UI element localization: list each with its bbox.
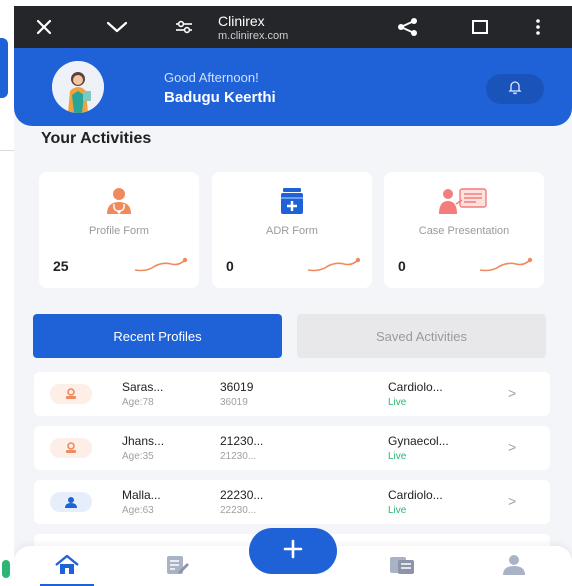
card-label: Case Presentation <box>418 225 510 237</box>
patient-id-sub: 22230... <box>220 505 257 516</box>
patient-name: Saras... <box>122 380 164 394</box>
profile-icon[interactable] <box>500 554 528 581</box>
home-icon[interactable] <box>54 554 80 581</box>
status-badge: Live <box>388 451 407 462</box>
add-button[interactable] <box>249 528 337 574</box>
browser-toolbar: Clinirex m.clinirex.com <box>14 6 572 48</box>
profile-row[interactable]: Malla... Age:63 22230... 22230... Cardiolo… <box>34 480 550 524</box>
doctor-icon <box>39 186 199 216</box>
activity-card-adr-form[interactable]: ADR Form 0 <box>212 172 372 288</box>
profile-row[interactable]: Jhans... Age:35 21230... 21230... Gynaecol… <box>34 426 550 470</box>
documents-icon[interactable] <box>388 554 416 581</box>
patient-name: Jhans... <box>122 434 165 448</box>
add-icon <box>283 539 303 564</box>
patient-id: 36019 <box>220 380 254 394</box>
presentation-icon <box>384 186 544 216</box>
patient-male-icon <box>50 492 92 512</box>
notification-button[interactable] <box>486 74 544 104</box>
card-label: ADR Form <box>266 225 318 237</box>
patient-age: Age:63 <box>122 505 154 516</box>
greeting-header: Good Afternoon! Badugu Keerthi <box>14 48 572 126</box>
chevron-down-icon[interactable] <box>102 6 132 48</box>
site-url: m.clinirex.com <box>218 30 289 42</box>
trend-sparkline <box>307 257 361 272</box>
tune-icon[interactable] <box>170 6 198 48</box>
department: Cardiolo... <box>388 380 443 394</box>
edit-note-icon[interactable] <box>164 554 190 581</box>
medicine-kit-icon <box>212 186 372 216</box>
section-title: Your Activities <box>41 130 152 147</box>
activity-card-case-presentation[interactable]: Case Presentation 0 <box>384 172 544 288</box>
background-app-edge <box>0 0 14 586</box>
card-label: Profile Form <box>89 225 149 237</box>
patient-id: 21230... <box>220 434 264 448</box>
trend-sparkline <box>479 257 533 272</box>
patient-age: Age:78 <box>122 397 154 408</box>
patient-female-icon <box>50 384 92 404</box>
card-count: 0 <box>398 258 406 274</box>
department: Cardiolo... <box>388 488 443 502</box>
chevron-right-icon[interactable]: > <box>508 385 516 401</box>
greeting-text: Good Afternoon! <box>164 70 259 85</box>
bookmark-icon[interactable] <box>466 6 494 48</box>
patient-name: Malla... <box>122 488 161 502</box>
tab-recent-profiles[interactable]: Recent Profiles <box>33 314 282 358</box>
patient-id-sub: 36019 <box>220 397 248 408</box>
site-info[interactable]: Clinirex m.clinirex.com <box>218 13 288 42</box>
user-name: Badugu Keerthi <box>164 89 276 106</box>
more-vertical-icon[interactable] <box>528 6 548 48</box>
profile-row[interactable]: Saras... Age:78 36019 36019 Cardiolo... Liv… <box>34 372 550 416</box>
status-badge: Live <box>388 505 407 516</box>
close-icon[interactable] <box>30 6 58 48</box>
patient-age: Age:35 <box>122 451 154 462</box>
site-title: Clinirex <box>218 13 265 29</box>
bell-icon <box>507 79 523 100</box>
department: Gynaecol... <box>388 434 449 448</box>
card-count: 25 <box>53 258 69 274</box>
chevron-right-icon[interactable]: > <box>508 439 516 455</box>
patient-id-sub: 21230... <box>220 451 257 462</box>
app-screen: Clinirex m.clinirex.com Good Afternoon! … <box>14 6 572 586</box>
patient-female-icon <box>50 438 92 458</box>
tab-saved-activities[interactable]: Saved Activities <box>297 314 546 358</box>
chevron-right-icon[interactable]: > <box>508 493 516 509</box>
user-avatar[interactable] <box>52 61 104 113</box>
share-icon[interactable] <box>394 6 422 48</box>
activity-card-profile-form[interactable]: Profile Form 25 <box>39 172 199 288</box>
status-badge: Live <box>388 397 407 408</box>
card-count: 0 <box>226 258 234 274</box>
trend-sparkline <box>134 257 188 272</box>
patient-id: 22230... <box>220 488 264 502</box>
